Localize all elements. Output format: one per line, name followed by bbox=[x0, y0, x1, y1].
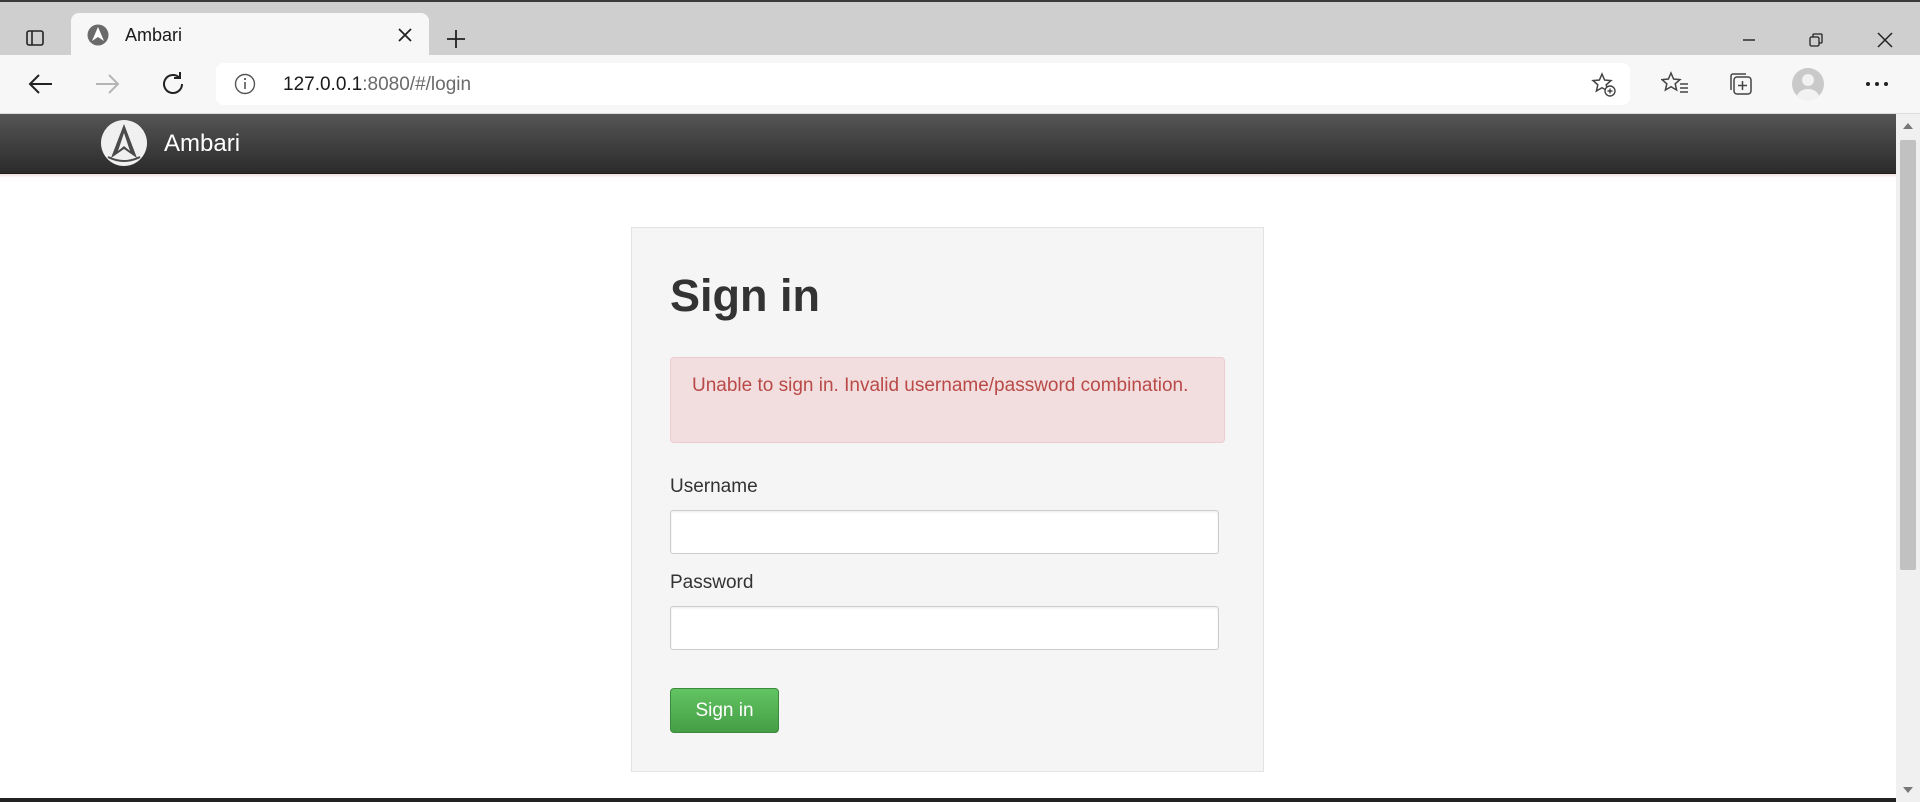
page-viewport: Ambari Sign in Unable to sign in. Invali… bbox=[0, 114, 1896, 802]
url-host: 127.0.0.1 bbox=[283, 74, 363, 95]
new-tab-button[interactable] bbox=[436, 19, 476, 59]
close-tab-button[interactable] bbox=[391, 21, 419, 49]
username-label: Username bbox=[670, 476, 758, 497]
page-title: Sign in bbox=[670, 270, 820, 321]
page-scrollbar[interactable] bbox=[1896, 114, 1920, 802]
back-button[interactable] bbox=[20, 63, 62, 105]
close-icon bbox=[398, 28, 412, 42]
navbar-shadow bbox=[0, 174, 1896, 178]
forward-button[interactable] bbox=[86, 63, 128, 105]
restore-icon bbox=[1809, 32, 1823, 47]
scrollbar-thumb[interactable] bbox=[1900, 140, 1916, 570]
url-text: 127.0.0.1:8080/#/login bbox=[283, 74, 471, 96]
minimize-icon bbox=[1743, 38, 1755, 41]
profile-avatar-icon bbox=[1792, 68, 1824, 100]
refresh-icon bbox=[163, 72, 183, 94]
profile-button[interactable] bbox=[1787, 63, 1829, 105]
favorites-icon bbox=[1661, 71, 1688, 93]
collections-button[interactable] bbox=[1720, 63, 1762, 105]
tab-strip: Ambari bbox=[0, 8, 1920, 55]
back-arrow-icon bbox=[28, 74, 52, 94]
password-label: Password bbox=[670, 572, 754, 593]
refresh-button[interactable] bbox=[152, 63, 194, 105]
brand-name[interactable]: Ambari bbox=[164, 130, 240, 158]
browser-toolbar: 127.0.0.1:8080/#/login bbox=[0, 55, 1920, 114]
plus-icon bbox=[447, 30, 465, 48]
tab-title: Ambari bbox=[125, 25, 183, 45]
favorites-button[interactable] bbox=[1654, 63, 1696, 105]
info-icon[interactable] bbox=[234, 73, 256, 95]
url-path: :8080/#/login bbox=[362, 74, 472, 95]
window-bottom-border bbox=[0, 798, 1896, 802]
address-bar[interactable]: 127.0.0.1:8080/#/login bbox=[216, 63, 1630, 105]
scroll-up-arrow-icon[interactable] bbox=[1896, 118, 1920, 134]
login-form: Sign in Unable to sign in. Invalid usern… bbox=[631, 227, 1264, 772]
ambari-logo-icon bbox=[87, 24, 109, 46]
username-field[interactable] bbox=[670, 510, 1219, 554]
password-field[interactable] bbox=[670, 606, 1219, 650]
ambari-logo-icon[interactable] bbox=[100, 119, 148, 167]
sign-in-button[interactable]: Sign in bbox=[670, 688, 779, 733]
close-icon bbox=[1877, 31, 1893, 48]
collections-icon bbox=[1730, 73, 1752, 95]
window-border bbox=[0, 0, 1920, 8]
add-favorite-button[interactable] bbox=[1590, 71, 1618, 99]
scroll-down-arrow-icon[interactable] bbox=[1896, 782, 1920, 798]
more-icon bbox=[1866, 82, 1888, 86]
browser-tab[interactable]: Ambari bbox=[71, 13, 429, 55]
more-button[interactable] bbox=[1856, 63, 1898, 105]
forward-arrow-icon bbox=[96, 74, 120, 94]
top-navbar: Ambari bbox=[0, 114, 1896, 174]
error-alert: Unable to sign in. Invalid username/pass… bbox=[670, 357, 1225, 443]
tab-actions-icon bbox=[25, 28, 45, 53]
add-favorite-icon bbox=[1591, 72, 1616, 97]
